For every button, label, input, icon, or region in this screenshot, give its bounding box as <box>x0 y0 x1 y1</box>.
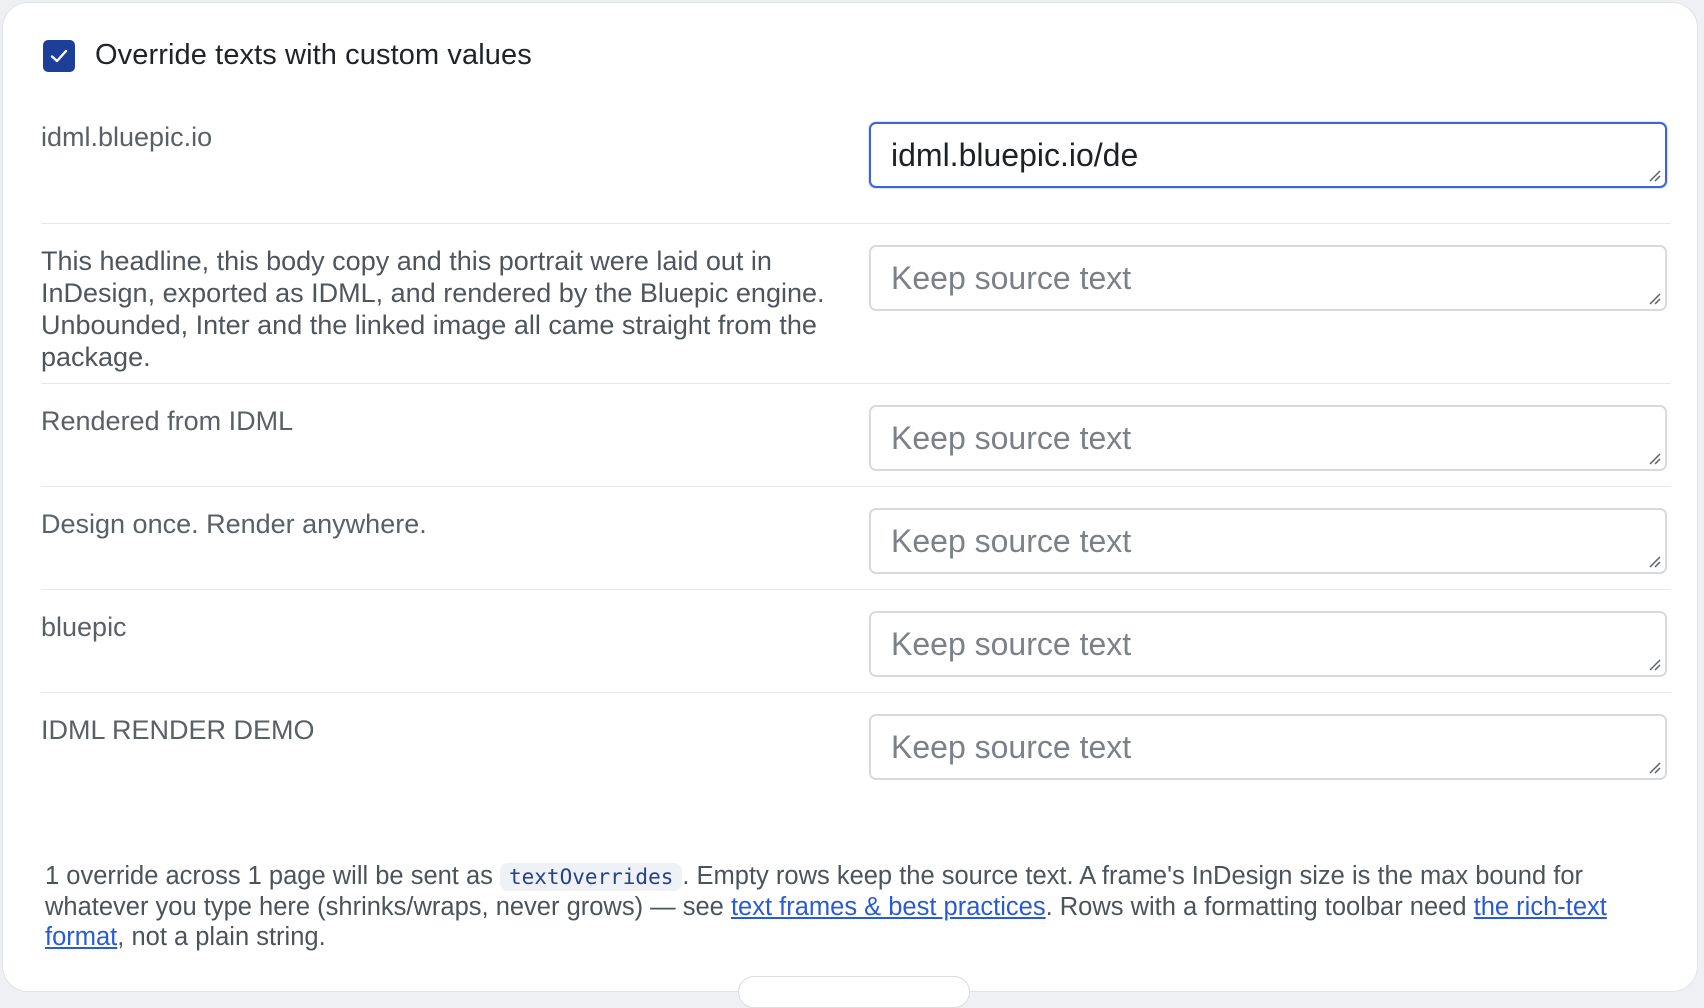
override-textarea[interactable]: Keep source text <box>869 714 1667 780</box>
override-textarea[interactable]: Keep source text <box>869 245 1667 311</box>
row-source-label: IDML RENDER DEMO <box>41 715 315 745</box>
resize-grip-icon[interactable] <box>1646 290 1662 306</box>
override-placeholder: Keep source text <box>891 420 1132 456</box>
resize-grip-icon[interactable] <box>1646 553 1662 569</box>
row-source-label: bluepic <box>41 612 127 642</box>
override-row: IDML RENDER DEMO Keep source text <box>41 693 1671 796</box>
row-source-label: idml.bluepic.io <box>41 122 213 152</box>
override-textarea[interactable]: Keep source text <box>869 508 1667 574</box>
resize-grip-icon[interactable] <box>1646 167 1662 183</box>
text-overrides-code: textOverrides <box>500 863 683 891</box>
footnote-text: 1 override across 1 page will be sent as <box>45 862 500 890</box>
override-placeholder: Keep source text <box>891 729 1132 765</box>
resize-grip-icon[interactable] <box>1646 450 1662 466</box>
bottom-tab-edge[interactable] <box>738 976 970 1008</box>
override-footnote: 1 override across 1 page will be sent as… <box>45 861 1665 952</box>
row-source-label: Design once. Render anywhere. <box>41 509 427 539</box>
override-row: bluepic Keep source text <box>41 590 1671 693</box>
override-textarea[interactable]: Keep source text <box>869 405 1667 471</box>
resize-grip-icon[interactable] <box>1646 759 1662 775</box>
override-checkbox[interactable] <box>43 39 75 72</box>
override-textarea[interactable]: Keep source text <box>869 611 1667 677</box>
checkmark-icon <box>50 49 68 62</box>
text-frames-best-practices-link[interactable]: text frames & best practices <box>731 893 1046 921</box>
override-label: Override texts with custom values <box>95 39 532 71</box>
override-rows: idml.bluepic.io idml.bluepic.io/de This … <box>41 121 1671 796</box>
override-value: idml.bluepic.io/de <box>891 137 1139 173</box>
override-texts-toggle[interactable]: Override texts with custom values <box>43 39 532 72</box>
footnote-text: , not a plain string. <box>117 923 326 951</box>
row-source-label: Rendered from IDML <box>41 406 294 436</box>
footnote-text: . Rows with a formatting toolbar need <box>1045 893 1474 921</box>
override-placeholder: Keep source text <box>891 626 1132 662</box>
override-row: Rendered from IDML Keep source text <box>41 384 1671 487</box>
override-textarea[interactable]: idml.bluepic.io/de <box>869 122 1667 188</box>
text-overrides-panel: Override texts with custom values idml.b… <box>2 2 1698 992</box>
override-placeholder: Keep source text <box>891 260 1132 296</box>
override-placeholder: Keep source text <box>891 523 1132 559</box>
override-row: Design once. Render anywhere. Keep sourc… <box>41 487 1671 590</box>
resize-grip-icon[interactable] <box>1646 656 1662 672</box>
row-source-label: This headline, this body copy and this p… <box>41 246 825 372</box>
override-row: This headline, this body copy and this p… <box>41 224 1671 384</box>
override-row: idml.bluepic.io idml.bluepic.io/de <box>41 121 1671 224</box>
